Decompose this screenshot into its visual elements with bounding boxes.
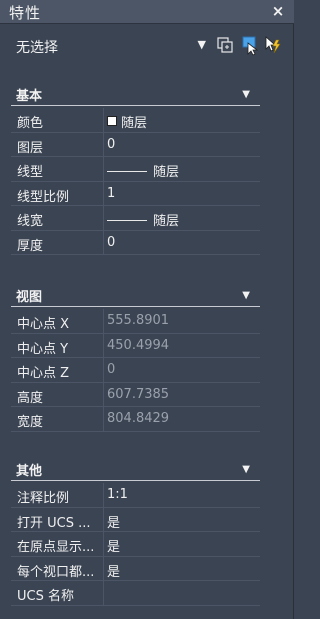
property-label: 线宽 <box>17 214 44 229</box>
property-label: 中心点 Y <box>17 341 69 357</box>
property-label: 颜色 <box>17 116 44 131</box>
property-value: 是 <box>107 564 121 580</box>
property-row-ucs-icon-on[interactable]: 打开 UCS ... 是 <box>11 507 260 532</box>
object-type-dropdown[interactable]: 无选择 ▼ <box>10 34 210 58</box>
collapse-icon: ▼ <box>242 290 250 301</box>
property-value: 804.8429 <box>107 411 170 426</box>
line-sample-icon <box>107 220 147 221</box>
collapse-icon: ▼ <box>242 464 250 475</box>
lineweight-value-text: 随层 <box>153 214 180 229</box>
quick-select-icon[interactable] <box>263 34 283 56</box>
property-row-ucs-name[interactable]: UCS 名称 <box>11 581 260 606</box>
property-label: 每个视口都... <box>17 564 95 580</box>
property-row-ucs-at-origin[interactable]: 在原点显示... 是 <box>11 532 260 557</box>
linetype-value-text: 随层 <box>153 165 180 180</box>
palette-title: 特性 <box>9 4 42 22</box>
property-value: 0 <box>107 136 116 152</box>
line-sample-icon <box>107 171 147 172</box>
property-row-thickness[interactable]: 厚度 0 <box>11 230 260 255</box>
property-label: 图层 <box>17 140 44 156</box>
property-row-annotation-scale[interactable]: 注释比例 1:1 <box>11 483 260 508</box>
property-value: 1:1 <box>107 487 128 502</box>
property-row-ucs-per-viewport[interactable]: 每个视口都... 是 <box>11 556 260 581</box>
toggle-pickadd-icon[interactable] <box>216 34 236 56</box>
section-other-header[interactable]: 其他 ▼ <box>11 460 260 481</box>
select-objects-icon[interactable] <box>240 34 260 56</box>
property-label: 厚度 <box>17 238 44 254</box>
selection-toolbar: 无选择 ▼ <box>0 24 294 70</box>
section-view-header[interactable]: 视图 ▼ <box>11 286 260 307</box>
properties-palette: 特性 × 无选择 ▼ 基本 ▼ 颜色 随层 图层 0 线型 随层 线型比例 1 … <box>0 0 294 619</box>
property-value: 0 <box>107 234 116 250</box>
section-view-table: 中心点 X 555.8901 中心点 Y 450.4994 中心点 Z 0 高度… <box>11 309 260 432</box>
section-basic-table: 颜色 随层 图层 0 线型 随层 线型比例 1 线宽 随层 厚度 0 <box>11 108 260 255</box>
property-row-linetype-scale[interactable]: 线型比例 1 <box>11 181 260 206</box>
property-row-center-x[interactable]: 中心点 X 555.8901 <box>11 309 260 334</box>
property-value: 607.7385 <box>107 386 170 402</box>
section-other-title: 其他 <box>16 464 43 479</box>
property-label: 线型比例 <box>17 189 70 205</box>
property-label: 在原点显示... <box>17 540 95 555</box>
section-basic-title: 基本 <box>16 89 43 104</box>
section-other-table: 注释比例 1:1 打开 UCS ... 是 在原点显示... 是 每个视口都..… <box>11 483 260 606</box>
property-label: 打开 UCS ... <box>17 515 91 531</box>
section-basic-header[interactable]: 基本 ▼ <box>11 85 260 106</box>
color-swatch-icon <box>107 116 117 126</box>
property-value: 1 <box>107 185 116 201</box>
property-row-layer[interactable]: 图层 0 <box>11 132 260 157</box>
property-label: 中心点 X <box>17 317 70 332</box>
collapse-icon: ▼ <box>242 89 250 100</box>
property-value: 随层 <box>107 112 147 131</box>
property-row-lineweight[interactable]: 线宽 随层 <box>11 206 260 231</box>
object-type-value: 无选择 <box>16 40 58 56</box>
property-label: 中心点 Z <box>17 366 70 381</box>
property-row-color[interactable]: 颜色 随层 <box>11 108 260 133</box>
property-label: 注释比例 <box>17 491 70 506</box>
property-value: 0 <box>107 362 116 377</box>
property-value: 随层 <box>107 161 179 180</box>
property-row-center-y[interactable]: 中心点 Y 450.4994 <box>11 333 260 358</box>
property-value: 450.4994 <box>107 337 170 353</box>
close-icon[interactable]: × <box>270 2 286 20</box>
color-value-text: 随层 <box>121 116 148 131</box>
property-row-height[interactable]: 高度 607.7385 <box>11 382 260 407</box>
property-row-width[interactable]: 宽度 804.8429 <box>11 407 260 432</box>
property-value: 是 <box>107 515 121 531</box>
property-label: UCS 名称 <box>17 589 74 604</box>
property-value: 555.8901 <box>107 313 170 328</box>
title-bar[interactable]: 特性 × <box>0 0 294 24</box>
property-value: 随层 <box>107 210 179 229</box>
property-label: 线型 <box>17 165 44 180</box>
property-label: 宽度 <box>17 415 44 430</box>
property-label: 高度 <box>17 390 44 406</box>
property-row-center-z[interactable]: 中心点 Z 0 <box>11 358 260 383</box>
property-value: 是 <box>107 540 121 555</box>
section-view-title: 视图 <box>16 290 43 305</box>
chevron-down-icon: ▼ <box>197 38 206 51</box>
property-row-linetype[interactable]: 线型 随层 <box>11 157 260 182</box>
